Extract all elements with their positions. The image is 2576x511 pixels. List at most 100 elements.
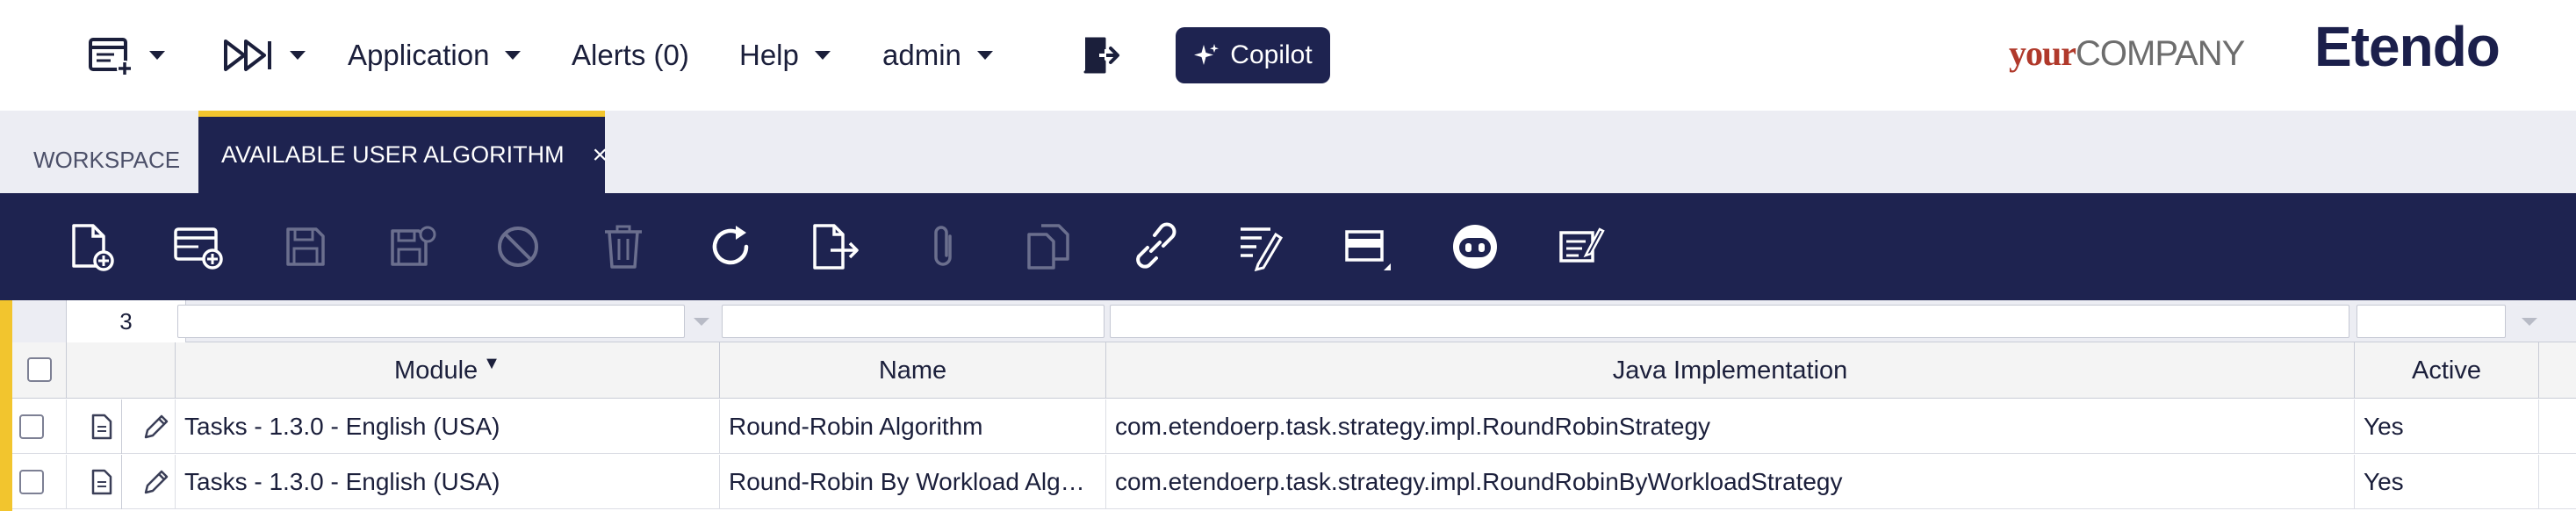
active-filter-input[interactable] (2357, 305, 2506, 338)
row-actions-header (67, 342, 176, 399)
row-select-cell (12, 455, 67, 509)
delete-button[interactable] (595, 219, 651, 275)
tab-strip: WORKSPACE AVAILABLE USER ALGORITHM × (0, 111, 2576, 193)
column-header-java-implementation-label: Java Implementation (1612, 356, 1848, 385)
grid-header-row: Module ▼ Name Java Implementation Active (12, 342, 2576, 399)
module-filter-input[interactable] (177, 305, 685, 338)
attachment-icon (934, 226, 952, 266)
row-checkbox[interactable] (19, 414, 44, 439)
edit-pencil-icon[interactable] (139, 409, 174, 444)
cell-java-implementation: com.etendoerp.task.strategy.impl.RoundRo… (1106, 399, 2355, 454)
filter-row: 3 (12, 300, 2576, 342)
column-header-java-implementation[interactable]: Java Implementation (1106, 342, 2355, 399)
row-actions-cell (67, 455, 176, 509)
attachment-button[interactable] (915, 219, 971, 275)
cancel-button[interactable] (490, 219, 546, 275)
window-toolbar (0, 193, 2576, 300)
save-close-icon (391, 226, 436, 266)
export-icon (813, 224, 859, 270)
save-icon (286, 227, 325, 266)
alerts-link[interactable]: Alerts (0) (572, 26, 689, 84)
filter-row-spacer (12, 300, 67, 342)
etendo-logo: Etendo (2314, 15, 2500, 78)
create-window-icon (89, 38, 133, 76)
notes-icon (1559, 227, 1605, 263)
cell-name: Round-Robin Algorithm (720, 399, 1106, 454)
row-select-cell (12, 399, 67, 454)
table-row[interactable]: Tasks - 1.3.0 - English (USA) Round-Robi… (12, 455, 2576, 509)
user-menu[interactable]: admin (882, 26, 993, 84)
save-button[interactable] (277, 219, 334, 275)
copy-record-button[interactable] (1020, 219, 1076, 275)
row-checkbox[interactable] (19, 470, 44, 494)
new-document-icon (72, 224, 114, 271)
open-record-icon[interactable] (84, 464, 119, 500)
cell-java-implementation: com.etendoerp.task.strategy.impl.RoundRo… (1106, 455, 2355, 509)
new-menu-button[interactable] (88, 26, 165, 84)
link-icon (1136, 222, 1176, 269)
column-header-module-label: Module (394, 356, 479, 385)
help-menu-label: Help (739, 39, 799, 71)
refresh-button[interactable] (702, 219, 759, 275)
link-button[interactable] (1127, 219, 1184, 275)
save-close-button[interactable] (385, 219, 441, 275)
refresh-icon (712, 226, 749, 265)
help-menu[interactable]: Help (739, 26, 831, 84)
table-row[interactable]: Tasks - 1.3.0 - English (USA) Round-Robi… (12, 399, 2576, 454)
application-menu-label: Application (348, 39, 490, 71)
column-header-name-label: Name (878, 356, 947, 385)
logout-button[interactable] (1082, 26, 1122, 84)
chevron-down-icon (149, 51, 165, 60)
chevron-down-icon[interactable] (2522, 318, 2537, 326)
toggle-form-view-button[interactable] (1340, 219, 1396, 275)
chevron-down-icon[interactable] (694, 318, 709, 326)
cell-active: Yes (2355, 455, 2539, 509)
new-document-button[interactable] (63, 219, 119, 275)
column-header-name[interactable]: Name (720, 342, 1106, 399)
audit-trail-icon (1241, 227, 1284, 271)
tab-available-user-algorithm[interactable]: AVAILABLE USER ALGORITHM × (198, 111, 608, 193)
user-menu-label: admin (882, 39, 961, 71)
records-grid: 3 Module ▼ Name Java Implementation Acti… (0, 300, 2576, 511)
company-logo: your COMPANY (2009, 33, 2245, 73)
tab-active-label: AVAILABLE USER ALGORITHM (221, 141, 565, 168)
new-row-icon (174, 227, 223, 270)
export-button[interactable] (808, 219, 864, 275)
tab-workspace[interactable]: WORKSPACE (11, 111, 197, 193)
top-navigation-bar: Application Alerts (0) Help admin Copilo… (0, 0, 2576, 111)
copilot-bot-icon (1453, 225, 1497, 269)
cancel-icon (498, 227, 538, 267)
logout-icon (1083, 37, 1119, 74)
copilot-label: Copilot (1230, 40, 1313, 69)
notes-button[interactable] (1552, 219, 1608, 275)
select-all-cell (12, 342, 67, 399)
copilot-bot-button[interactable] (1447, 219, 1503, 275)
cell-module: Tasks - 1.3.0 - English (USA) (176, 399, 720, 454)
delete-icon (605, 225, 642, 269)
quick-launch-button[interactable] (223, 26, 306, 84)
alerts-label: Alerts (0) (572, 39, 689, 71)
column-header-module[interactable]: Module ▼ (176, 342, 720, 399)
chevron-down-icon (290, 51, 306, 60)
cell-module: Tasks - 1.3.0 - English (USA) (176, 455, 720, 509)
sort-descending-icon: ▼ (483, 353, 500, 373)
java-implementation-filter-input[interactable] (1110, 305, 2349, 338)
new-row-button[interactable] (170, 219, 227, 275)
open-record-icon[interactable] (84, 409, 119, 444)
fast-forward-icon (224, 40, 271, 71)
column-header-active-label: Active (2412, 356, 2481, 385)
edit-pencil-icon[interactable] (139, 464, 174, 500)
tab-workspace-label: WORKSPACE (33, 147, 181, 173)
record-count: 3 (67, 300, 186, 342)
sparkle-icon (1194, 44, 1220, 65)
chevron-down-icon (814, 51, 831, 60)
chevron-down-icon (976, 51, 993, 60)
close-icon[interactable]: × (593, 140, 608, 170)
column-header-active[interactable]: Active (2355, 342, 2539, 399)
select-all-checkbox[interactable] (27, 357, 52, 382)
name-filter-input[interactable] (722, 305, 1105, 338)
audit-trail-button[interactable] (1233, 219, 1289, 275)
copilot-button[interactable]: Copilot (1176, 27, 1330, 83)
application-menu[interactable]: Application (348, 26, 522, 84)
row-actions-cell (67, 399, 176, 454)
